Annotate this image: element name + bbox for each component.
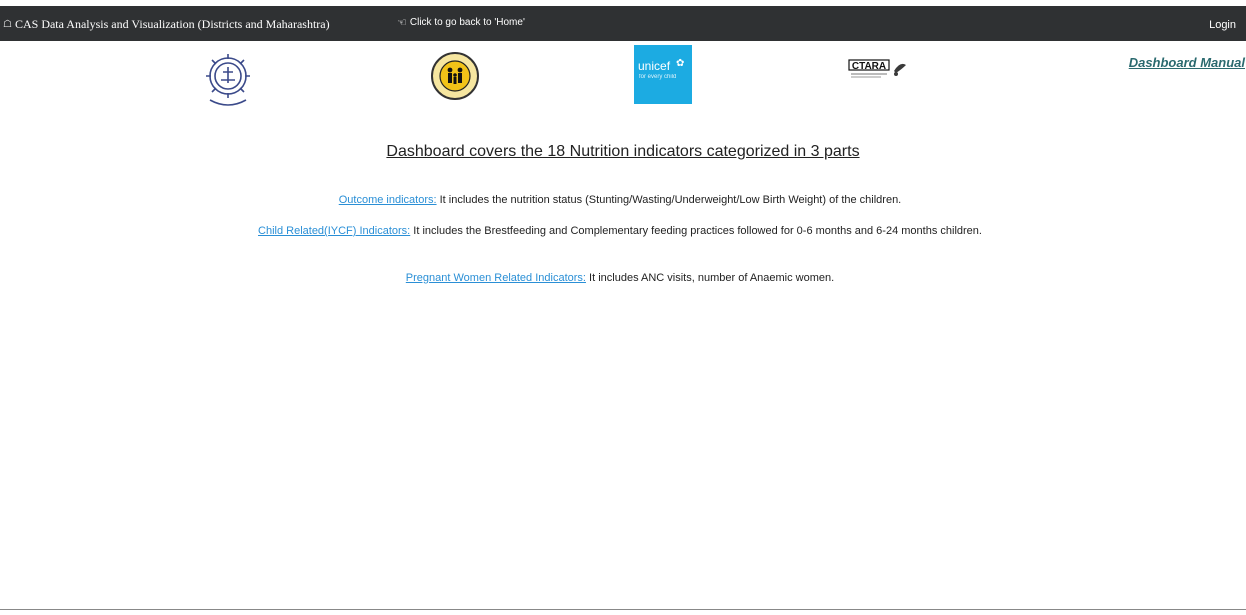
home-icon: ☖ [3,19,12,30]
navbar-brand-text: CAS Data Analysis and Visualization (Dis… [14,17,330,31]
ctara-logo: CTARA [848,59,906,78]
dashboard-manual-link[interactable]: Dashboard Manual [1129,55,1245,70]
child-related-indicators-link[interactable]: Child Related(IYCF) Indicators: [258,225,410,237]
section-outcome: Outcome indicators: It includes the nutr… [200,194,1040,206]
ctara-text: CTARA [852,61,886,72]
iit-bombay-logo [206,54,250,106]
section-child-related: Child Related(IYCF) Indicators: It inclu… [200,225,1040,237]
back-home-text: Click to go back to 'Home' [409,17,525,28]
back-home-link[interactable]: ☜ Click to go back to 'Home' [397,16,525,29]
page-heading: Dashboard covers the 18 Nutrition indica… [386,143,860,160]
outcome-indicators-link[interactable]: Outcome indicators: [339,194,437,206]
footer-divider [0,609,1246,610]
pregnant-women-indicators-text: It includes ANC visits, number of Anaemi… [585,272,835,284]
unicef-logo: unicef ✿ for every child [634,45,692,104]
unicef-name: unicef [638,59,671,73]
section-pregnant-women: Pregnant Women Related Indicators: It in… [200,272,1040,284]
globe-icon: ✿ [676,58,685,69]
unicef-tagline: for every child [639,74,677,80]
outcome-indicators-text: It includes the nutrition status (Stunti… [436,194,902,206]
top-navbar: ☖ CAS Data Analysis and Visualization (D… [0,6,1246,41]
child-related-indicators-text: It includes the Brestfeeding and Complem… [410,225,982,237]
wcd-emblem-logo [431,52,479,100]
login-link[interactable]: Login [1209,19,1236,31]
navbar-brand[interactable]: ☖ CAS Data Analysis and Visualization (D… [3,17,330,32]
pregnant-women-indicators-link[interactable]: Pregnant Women Related Indicators: [406,272,586,284]
hand-pointer-icon: ☜ [397,17,407,29]
